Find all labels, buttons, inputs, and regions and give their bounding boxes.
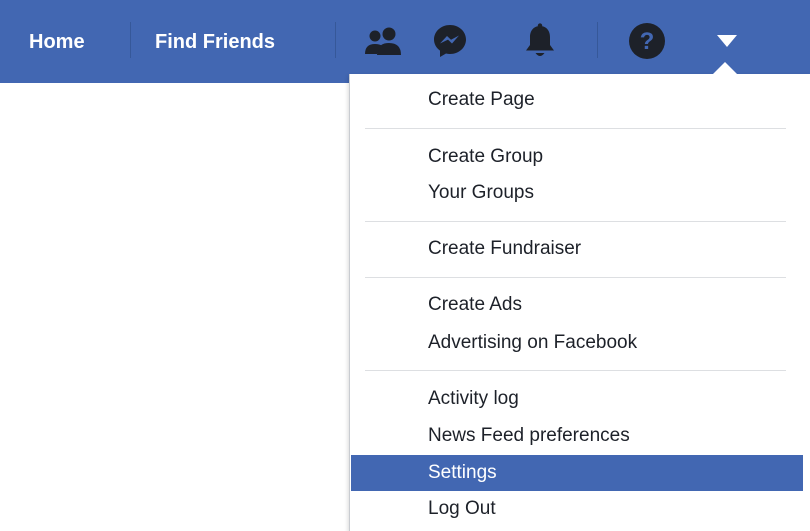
account-menu-caret-icon[interactable] bbox=[706, 22, 748, 60]
menu-divider bbox=[365, 277, 786, 278]
menu-divider bbox=[365, 370, 786, 371]
friend-requests-icon[interactable] bbox=[360, 22, 410, 60]
menu-item-create-fundraiser[interactable]: Create Fundraiser bbox=[351, 231, 803, 267]
menu-item-create-page[interactable]: Create Page bbox=[351, 82, 803, 118]
menu-divider bbox=[365, 221, 786, 222]
dropdown-caret-pointer bbox=[712, 62, 738, 75]
menu-item-settings[interactable]: Settings bbox=[351, 455, 803, 491]
notifications-bell-icon[interactable] bbox=[519, 22, 561, 60]
nav-separator bbox=[130, 22, 131, 58]
menu-item-your-groups[interactable]: Your Groups bbox=[351, 175, 803, 211]
menu-divider bbox=[365, 128, 786, 129]
menu-item-create-group[interactable]: Create Group bbox=[351, 139, 803, 175]
menu-item-log-out[interactable]: Log Out bbox=[351, 491, 803, 527]
nav-separator bbox=[597, 22, 598, 58]
home-link[interactable]: Home bbox=[29, 27, 85, 57]
messenger-icon[interactable] bbox=[425, 22, 475, 60]
menu-item-activity-log[interactable]: Activity log bbox=[351, 381, 803, 417]
find-friends-link[interactable]: Find Friends bbox=[155, 27, 275, 57]
menu-item-news-feed-preferences[interactable]: News Feed preferences bbox=[351, 418, 803, 454]
nav-separator bbox=[335, 22, 336, 58]
top-navigation-bar: Home Find Friends ? bbox=[0, 0, 810, 83]
account-dropdown-menu: Create Page Create Group Your Groups Cre… bbox=[349, 74, 810, 531]
help-question-icon[interactable]: ? bbox=[622, 22, 672, 60]
svg-text:?: ? bbox=[640, 28, 655, 55]
menu-item-create-ads[interactable]: Create Ads bbox=[351, 287, 803, 323]
menu-item-advertising-on-facebook[interactable]: Advertising on Facebook bbox=[351, 325, 803, 361]
